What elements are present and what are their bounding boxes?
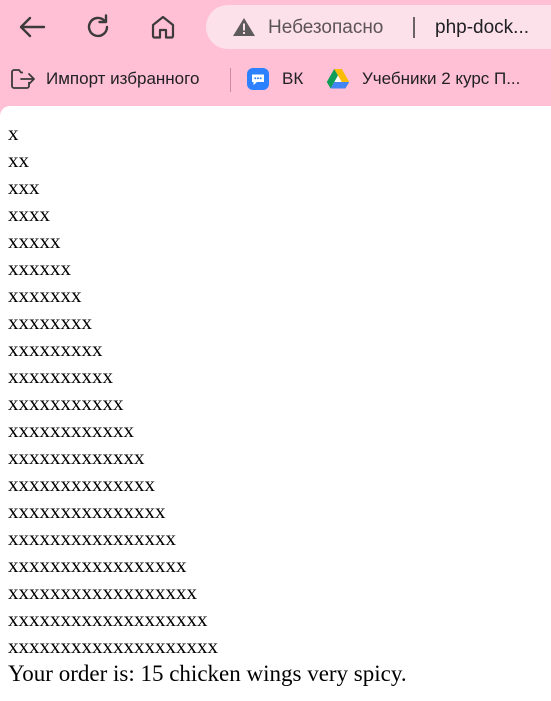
pattern-line: xxxxxxxxxxxxxxxxxx — [8, 580, 197, 604]
pattern-line: xxxxxxxxxx — [8, 364, 113, 388]
bookmark-label: Учебники 2 курс П... — [362, 69, 521, 88]
reload-icon — [87, 14, 109, 38]
page-content: x xx xxx xxxx xxxxx xxxxxx xxxxxxx xxxxx… — [0, 106, 551, 701]
pattern-line: xxxxxxxxxxxxx — [8, 445, 145, 469]
import-bookmarks-icon — [11, 69, 35, 89]
reload-button[interactable] — [78, 7, 118, 47]
bookmark-label: Импорт избранного — [46, 69, 200, 88]
arrow-left-icon — [19, 16, 46, 38]
order-summary: Your order is: 15 chicken wings very spi… — [8, 661, 407, 686]
pattern-line: xxxxxxxxxxxxxxx — [8, 499, 166, 523]
pattern-line: xxxxxxxxxxxxxxxxx — [8, 553, 187, 577]
home-button[interactable] — [143, 7, 183, 47]
pattern-line: xxxxxxxxxxxx — [8, 418, 134, 442]
pattern-line: xxxxxxx — [8, 283, 82, 307]
home-icon — [151, 15, 175, 39]
url-text[interactable]: php-dock... — [435, 17, 529, 39]
vk-chat-icon — [247, 68, 269, 90]
pattern-line: xxxxxxxxxxxxxxxxxxxx — [8, 634, 218, 658]
pattern-line: xxxx — [8, 202, 50, 226]
pattern-line: xxxxxxxxxxxxxx — [8, 472, 155, 496]
pattern-line: xxxxxxxxxxxxxxxxxxx — [8, 607, 208, 631]
security-status-label[interactable]: Небезопасно — [268, 17, 383, 39]
browser-toolbar: Небезопасно php-dock... — [0, 0, 551, 54]
pattern-line: xxxxxxxxxxxxxxxx — [8, 526, 176, 550]
address-divider — [413, 17, 415, 38]
address-bar[interactable]: Небезопасно php-dock... — [206, 5, 551, 49]
pattern-line: xxxxx — [8, 229, 61, 253]
bookmarks-separator — [230, 68, 231, 92]
pattern-line: xx — [8, 148, 29, 172]
bookmark-label: ВК — [282, 69, 304, 88]
output-text: x xx xxx xxxx xxxxx xxxxxx xxxxxxx xxxxx… — [8, 120, 407, 687]
bookmark-import-favorites[interactable]: Импорт избранного — [10, 64, 199, 94]
google-drive-icon — [326, 69, 350, 89]
pattern-line: xxxxxxxxx — [8, 337, 103, 361]
bookmarks-bar: Импорт избранного ВК Учебники 2 курс П..… — [0, 54, 551, 106]
pattern-line: x — [8, 121, 19, 145]
back-button[interactable] — [12, 7, 52, 47]
pattern-line: xxxxxx — [8, 256, 71, 280]
bookmark-vk[interactable]: ВК — [246, 64, 303, 94]
bookmark-textbooks[interactable]: Учебники 2 курс П... — [326, 64, 520, 94]
pattern-line: xxxxxxxx — [8, 310, 92, 334]
pattern-line: xxxxxxxxxxx — [8, 391, 124, 415]
pattern-line: xxx — [8, 175, 40, 199]
warning-icon[interactable] — [232, 17, 256, 37]
